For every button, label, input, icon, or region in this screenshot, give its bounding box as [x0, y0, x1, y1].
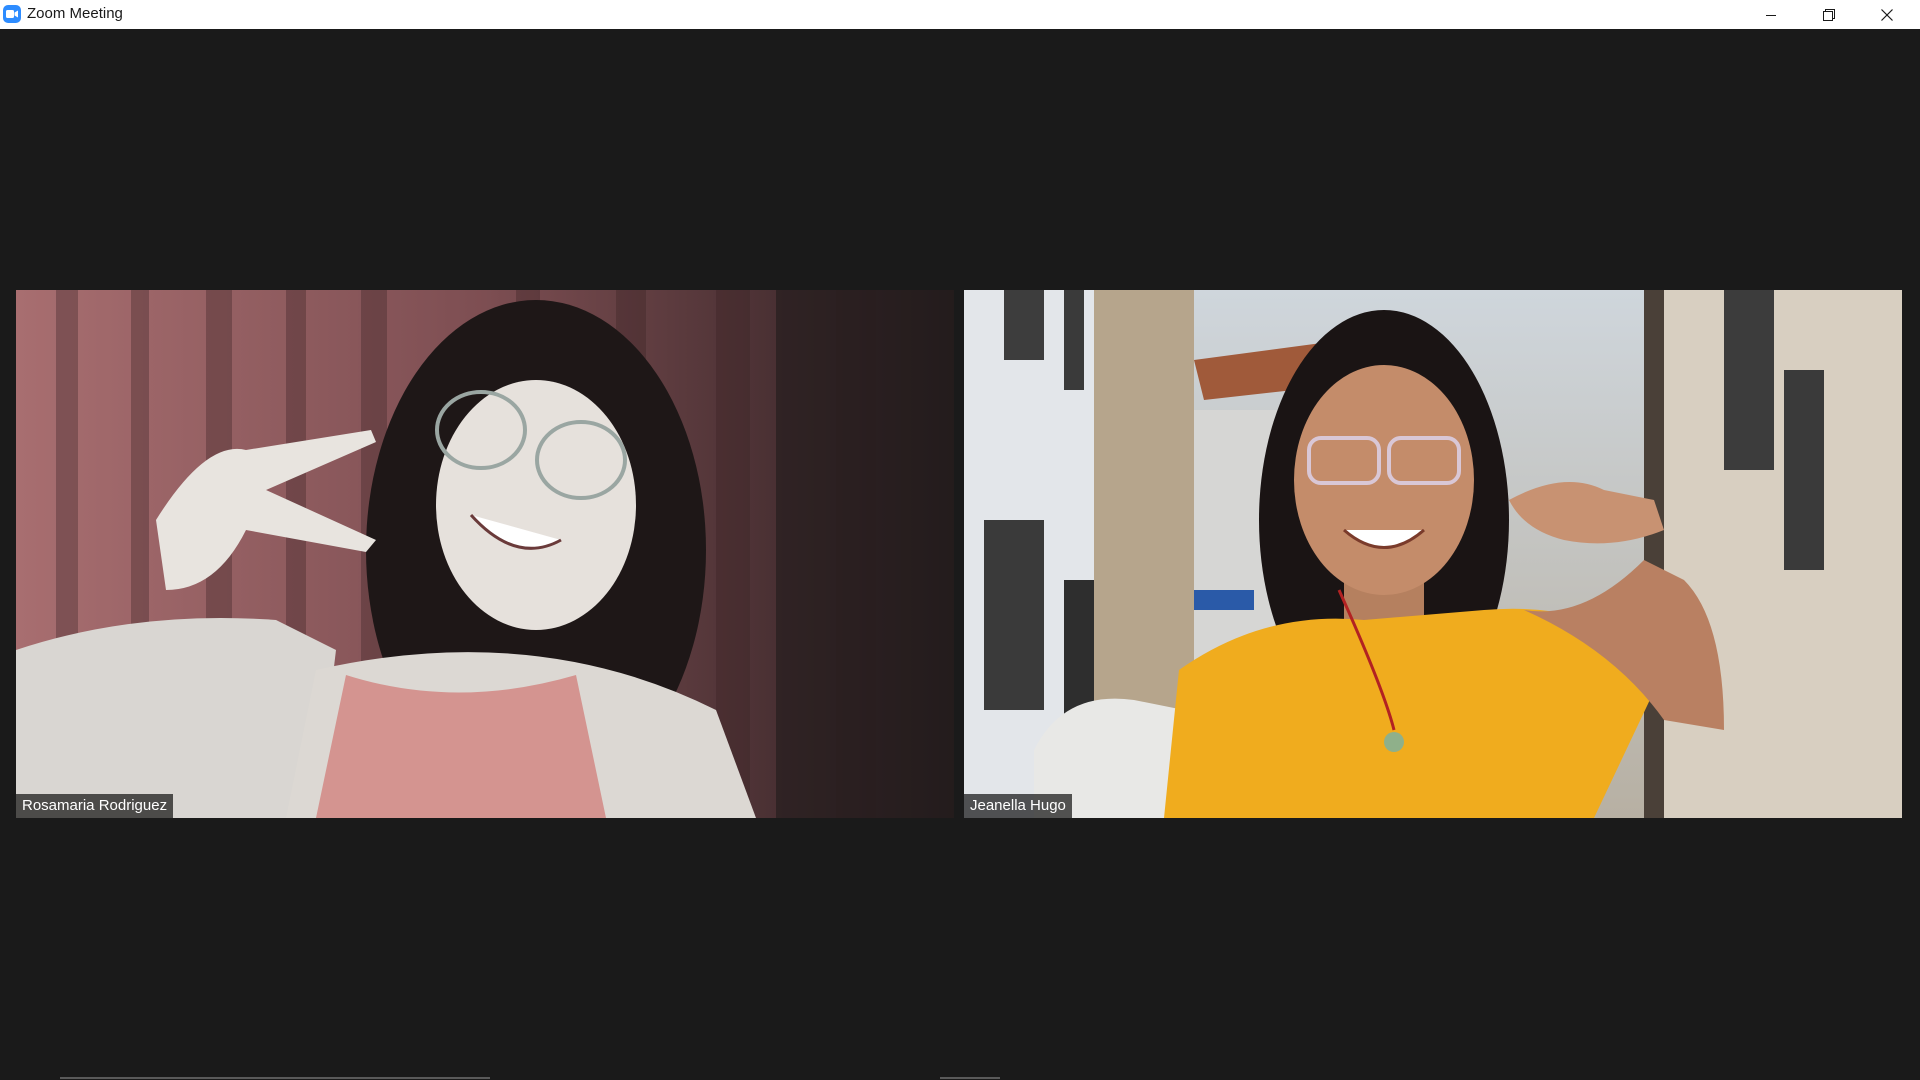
minimize-button[interactable] [1742, 0, 1800, 29]
gallery-scroll-indicator[interactable] [940, 1077, 1000, 1079]
window-titlebar: Zoom Meeting [0, 0, 1920, 29]
gallery-scroll-indicator[interactable] [60, 1077, 490, 1079]
participant-video-tile[interactable]: Rosamaria Rodriguez [16, 290, 954, 818]
window-title: Zoom Meeting [27, 5, 123, 22]
meeting-stage: Rosamaria Rodriguez Jeanella Hugo [0, 29, 1920, 1080]
participant-name-tag: Rosamaria Rodriguez [16, 794, 174, 818]
participant-video-feed [964, 290, 1902, 818]
participant-name-tag: Jeanella Hugo [964, 794, 1072, 818]
zoom-camera-icon [3, 5, 21, 23]
participant-video-tile[interactable]: Jeanella Hugo [964, 290, 1902, 818]
restore-button[interactable] [1800, 0, 1858, 29]
participant-video-feed [16, 290, 954, 818]
minimize-icon [1766, 14, 1776, 16]
restore-icon [1823, 8, 1835, 21]
close-icon [1881, 8, 1893, 21]
close-button[interactable] [1858, 0, 1916, 29]
